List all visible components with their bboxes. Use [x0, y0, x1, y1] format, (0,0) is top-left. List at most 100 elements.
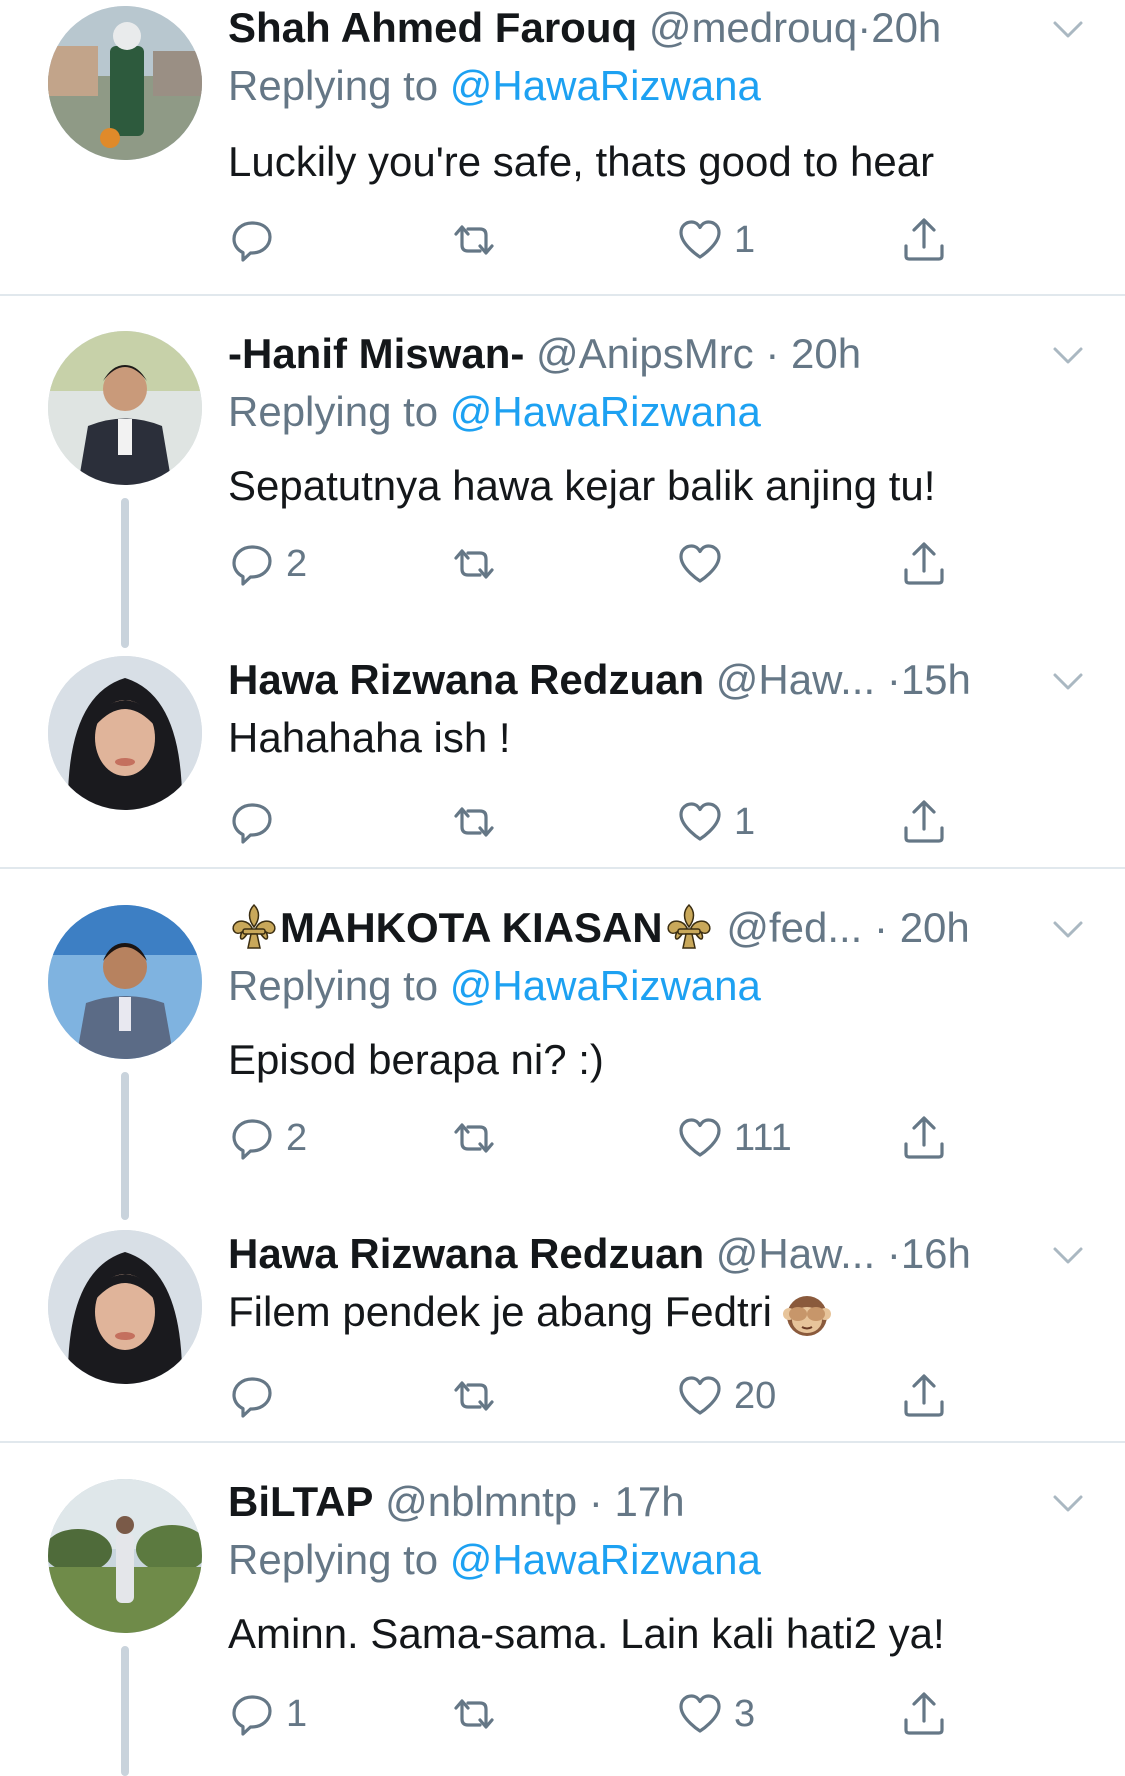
reply-button[interactable] — [228, 792, 286, 852]
replying-to-label: Replying to — [228, 388, 439, 435]
timestamp[interactable]: 15h — [901, 656, 971, 703]
retweet-button[interactable] — [450, 210, 498, 270]
share-icon — [900, 216, 948, 264]
share-icon — [900, 1114, 948, 1162]
share-icon — [900, 540, 948, 588]
like-button[interactable]: 1 — [676, 792, 755, 852]
reply-icon — [228, 1372, 276, 1420]
mention-link[interactable]: @HawaRizwana — [450, 962, 761, 1009]
avatar[interactable] — [48, 656, 202, 810]
retweet-button[interactable] — [450, 1684, 498, 1744]
like-count: 111 — [734, 1116, 792, 1159]
display-name[interactable]: BiLTAP — [228, 1478, 373, 1525]
chevron-down-icon[interactable] — [1051, 912, 1085, 946]
like-count: 1 — [734, 218, 756, 261]
display-name[interactable]: Hawa Rizwana Redzuan — [228, 1230, 704, 1277]
timestamp[interactable]: 17h — [615, 1478, 685, 1525]
divider — [0, 867, 1125, 869]
avatar[interactable] — [48, 1230, 202, 1384]
retweet-button[interactable] — [450, 1366, 498, 1426]
like-button[interactable]: 3 — [676, 1684, 755, 1744]
action-bar: 1 — [0, 792, 1125, 852]
tweet-text: Luckily you're safe, thats good to hear — [228, 138, 935, 185]
heart-icon — [676, 540, 724, 588]
separator-dot: · — [874, 904, 889, 951]
separator-dot: · — [886, 1230, 901, 1277]
tweet-shah-ahmed-farouq[interactable]: Shah Ahmed Farouq @medrouq·20h Replying … — [0, 0, 1125, 296]
handle[interactable]: @medrouq — [649, 4, 857, 51]
mention-link[interactable]: @HawaRizwana — [450, 62, 761, 109]
tweet-header: Hawa Rizwana Redzuan @Haw... ·15h — [228, 652, 1055, 708]
retweet-button[interactable] — [450, 1108, 498, 1168]
share-button[interactable] — [900, 792, 948, 852]
tweet-mahkota-kiasan[interactable]: MAHKOTA KIASAN @fed... · 20h Replying to… — [0, 900, 1125, 1220]
avatar[interactable] — [48, 905, 202, 1059]
reply-button[interactable]: 2 — [228, 534, 307, 594]
tweet-header: -Hanif Miswan- @AnipsMrc · 20h — [228, 326, 1055, 382]
reply-icon — [228, 540, 276, 588]
separator-dot: · — [857, 4, 872, 51]
fleur-de-lis-icon — [663, 901, 715, 953]
display-name[interactable]: MAHKOTA KIASAN — [280, 904, 663, 951]
tweet-biltap[interactable]: BiLTAP @nblmntp · 17h Replying to @HawaR… — [0, 1474, 1125, 1776]
timestamp[interactable]: 20h — [791, 330, 861, 377]
tweet-header: Shah Ahmed Farouq @medrouq·20h — [228, 0, 1055, 56]
avatar[interactable] — [48, 1479, 202, 1633]
tweet-hanif-miswan[interactable]: -Hanif Miswan- @AnipsMrc · 20h Replying … — [0, 326, 1125, 648]
like-button[interactable]: 111 — [676, 1108, 792, 1168]
share-button[interactable] — [900, 1684, 948, 1744]
action-bar: 20 — [0, 1366, 1125, 1426]
reply-button[interactable] — [228, 1366, 286, 1426]
like-button[interactable]: 1 — [676, 210, 755, 270]
handle[interactable]: @fed... — [726, 904, 862, 951]
mention-link[interactable]: @HawaRizwana — [450, 388, 761, 435]
reply-count: 1 — [286, 1692, 308, 1735]
mention-link[interactable]: @HawaRizwana — [450, 1536, 761, 1583]
share-button[interactable] — [900, 1366, 948, 1426]
chevron-down-icon[interactable] — [1051, 338, 1085, 372]
retweet-button[interactable] — [450, 534, 498, 594]
handle[interactable]: @AnipsMrc — [536, 330, 754, 377]
timestamp[interactable]: 16h — [901, 1230, 971, 1277]
retweet-icon — [450, 540, 498, 588]
divider — [0, 294, 1125, 296]
separator-dot: · — [588, 1478, 603, 1525]
tweet-header: MAHKOTA KIASAN @fed... · 20h — [228, 900, 1055, 956]
chevron-down-icon[interactable] — [1051, 12, 1085, 46]
reply-button[interactable]: 1 — [228, 1684, 307, 1744]
heart-icon — [676, 216, 724, 264]
share-button[interactable] — [900, 1108, 948, 1168]
tweet-hawa-rizwana-1[interactable]: Hawa Rizwana Redzuan @Haw... ·15h Hahaha… — [0, 652, 1125, 868]
tweet-header: BiLTAP @nblmntp · 17h — [228, 1474, 1055, 1530]
retweet-icon — [450, 1372, 498, 1420]
timestamp[interactable]: 20h — [871, 4, 941, 51]
share-button[interactable] — [900, 534, 948, 594]
fleur-de-lis-icon — [228, 901, 280, 953]
display-name[interactable]: -Hanif Miswan- — [228, 330, 524, 377]
handle[interactable]: @Haw... — [716, 1230, 875, 1277]
tweet-text-row: Filem pendek je abang Fedtri — [228, 1284, 1085, 1340]
reply-button[interactable] — [228, 210, 286, 270]
timestamp[interactable]: 20h — [900, 904, 970, 951]
reply-icon — [228, 1114, 276, 1162]
chevron-down-icon[interactable] — [1051, 1486, 1085, 1520]
reply-button[interactable]: 2 — [228, 1108, 307, 1168]
replies-feed: Shah Ahmed Farouq @medrouq·20h Replying … — [0, 0, 1125, 1776]
avatar[interactable] — [48, 331, 202, 485]
separator-dot: · — [765, 330, 780, 377]
handle[interactable]: @nblmntp — [385, 1478, 577, 1525]
like-button[interactable] — [676, 534, 734, 594]
retweet-button[interactable] — [450, 792, 498, 852]
chevron-down-icon[interactable] — [1051, 664, 1085, 698]
avatar[interactable] — [48, 6, 202, 160]
share-button[interactable] — [900, 210, 948, 270]
display-name[interactable]: Hawa Rizwana Redzuan — [228, 656, 704, 703]
handle[interactable]: @Haw... — [716, 656, 875, 703]
tweet-text: Aminn. Sama-sama. Lain kali hati2 ya! — [228, 1610, 945, 1657]
tweet-hawa-rizwana-2[interactable]: Hawa Rizwana Redzuan @Haw... ·16h Filem … — [0, 1226, 1125, 1442]
reply-icon — [228, 798, 276, 846]
like-button[interactable]: 20 — [676, 1366, 776, 1426]
heart-icon — [676, 1372, 724, 1420]
display-name[interactable]: Shah Ahmed Farouq — [228, 4, 637, 51]
chevron-down-icon[interactable] — [1051, 1238, 1085, 1272]
